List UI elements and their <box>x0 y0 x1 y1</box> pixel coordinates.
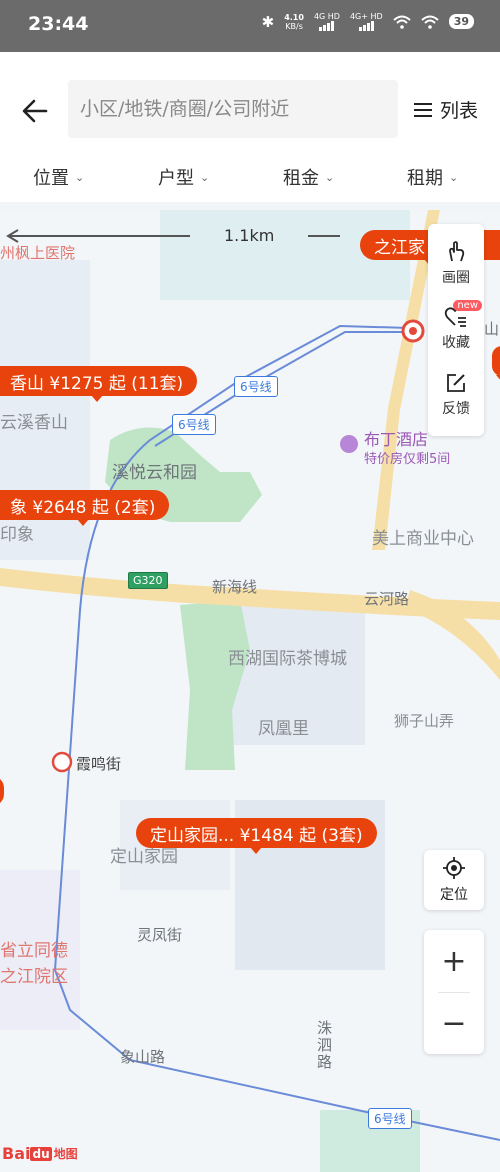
map-tool-panel: 画圈 new 收藏 反馈 <box>428 224 484 436</box>
map-view[interactable]: 1.1km 州枫上医院 云溪香山 溪悦云和园 印象 美上商业中心 新海线 云河路… <box>0 210 500 1172</box>
back-arrow-icon[interactable] <box>20 96 50 126</box>
sim1-signal-icon: 4G HD <box>314 12 340 31</box>
baidu-map-logo: Bai du 地图 <box>2 1144 78 1163</box>
status-bar: 23:44 ✱ 4.10 KB/s 4G HD 4G+ HD 39 <box>0 0 500 52</box>
label-lingfeng: 灵凤街 <box>137 926 183 944</box>
filter-layout[interactable]: 户型 ⌄ <box>158 164 209 190</box>
search-box[interactable] <box>68 80 398 138</box>
metro-line-badge: 6号线 <box>172 414 216 435</box>
filter-location-label: 位置 <box>33 168 69 189</box>
logo-du: du <box>30 1146 52 1161</box>
favorite-button[interactable]: new 收藏 <box>428 296 484 362</box>
filter-rent-label: 租金 <box>283 168 319 189</box>
zoom-out-button[interactable]: − <box>424 992 484 1054</box>
highway-badge: G320 <box>128 572 168 589</box>
sim2-signal-icon: 4G+ HD <box>350 12 383 31</box>
locate-label: 定位 <box>440 887 468 903</box>
metro-line-badge: 6号线 <box>368 1108 412 1129</box>
chevron-down-icon: ⌄ <box>449 170 459 184</box>
list-icon <box>414 102 432 117</box>
status-time: 23:44 <box>28 13 89 35</box>
speed-value: 4.10 <box>284 12 304 22</box>
chevron-down-icon: ⌄ <box>200 170 210 184</box>
hotel-name[interactable]: 布丁酒店 <box>364 426 428 450</box>
price-pin[interactable]: 象 ¥2648 起 (2套) <box>0 490 170 526</box>
label-tongde-1: 省立同德 <box>0 941 68 961</box>
filter-lease-term-label: 租期 <box>407 168 443 189</box>
feedback-label: 反馈 <box>442 401 470 417</box>
label-xiyue: 溪悦云和园 <box>112 463 197 483</box>
locate-icon <box>443 857 465 879</box>
pin-label: 之江家 <box>374 237 425 258</box>
zoom-control: + − <box>424 930 484 1054</box>
price-pin[interactable]: 香山 ¥1275 起 (11套) <box>0 366 198 402</box>
label-shizi: 狮子山弄 <box>394 712 455 730</box>
edit-icon <box>447 374 465 392</box>
chevron-down-icon: ⌄ <box>325 170 335 184</box>
chevron-down-icon: ⌄ <box>75 170 85 184</box>
filter-lease-term[interactable]: 租期 ⌄ <box>407 164 458 190</box>
battery-icon: 39 <box>448 14 474 29</box>
label-zhusi: 洙泗路 <box>315 1020 333 1071</box>
wifi-icon <box>393 15 411 29</box>
pin-label: 香山 ¥1275 起 (11套) <box>10 373 184 394</box>
search-input[interactable] <box>78 97 382 121</box>
pin-label: 定山家园... ¥1484 起 (3套) <box>150 825 363 846</box>
price-pin[interactable]: 定山家园... ¥1484 起 (3套) <box>136 818 377 854</box>
list-label: 列表 <box>440 100 479 122</box>
status-icons: ✱ 4.10 KB/s 4G HD 4G+ HD 39 <box>262 12 474 31</box>
wifi-icon-2 <box>421 15 439 29</box>
label-yinxiang: 印象 <box>0 525 34 545</box>
draw-circle-button[interactable]: 画圈 <box>428 230 484 296</box>
label-xinhai: 新海线 <box>212 578 258 596</box>
price-pin-partial[interactable] <box>492 346 500 382</box>
hand-draw-icon <box>449 241 465 262</box>
filter-rent[interactable]: 租金 ⌄ <box>283 164 334 190</box>
logo-bai: Bai <box>2 1144 31 1163</box>
label-meishang: 美上商业中心 <box>372 529 474 549</box>
scale-label: 1.1km <box>224 226 275 245</box>
label-shan: 山 <box>484 320 500 338</box>
pin-label: 象 ¥2648 起 (2套) <box>10 497 156 518</box>
filter-bar: 位置 ⌄ 户型 ⌄ 租金 ⌄ 租期 ⌄ <box>0 164 500 200</box>
sim1-label: 4G HD <box>313 12 340 21</box>
list-view-button[interactable]: 列表 <box>414 96 478 123</box>
label-tea-city: 西湖国际茶博城 <box>228 649 347 669</box>
feedback-button[interactable]: 反馈 <box>428 362 484 428</box>
zoom-in-button[interactable]: + <box>424 930 484 992</box>
bluetooth-icon: ✱ <box>261 12 275 31</box>
label-xiaming: 霞鸣街 <box>76 755 122 773</box>
filter-layout-label: 户型 <box>158 168 194 189</box>
metro-line-badge: 6号线 <box>234 376 278 397</box>
draw-label: 画圈 <box>442 270 470 286</box>
logo-text: 地图 <box>53 1147 78 1161</box>
speed-unit: KB/s <box>285 21 303 31</box>
label-fenghuang: 凤凰里 <box>258 719 309 739</box>
favorite-label: 收藏 <box>442 335 470 351</box>
network-speed: 4.10 KB/s <box>284 13 304 31</box>
new-badge: new <box>453 300 482 311</box>
hotel-desc: 特价房仅剩5间 <box>364 452 451 467</box>
label-yunhe: 云河路 <box>364 590 410 608</box>
label-fenglin-hospital: 州枫上医院 <box>0 244 76 262</box>
locate-button[interactable]: 定位 <box>424 850 484 910</box>
search-header: 列表 位置 ⌄ 户型 ⌄ 租金 ⌄ 租期 ⌄ <box>0 52 500 202</box>
sim2-label: 4G+ HD <box>349 12 383 21</box>
label-tongde-2: 之江院区 <box>0 967 68 987</box>
label-yunxi: 云溪香山 <box>0 413 68 433</box>
filter-location[interactable]: 位置 ⌄ <box>33 164 84 190</box>
label-xiangshan-rd: 象山路 <box>120 1048 166 1066</box>
